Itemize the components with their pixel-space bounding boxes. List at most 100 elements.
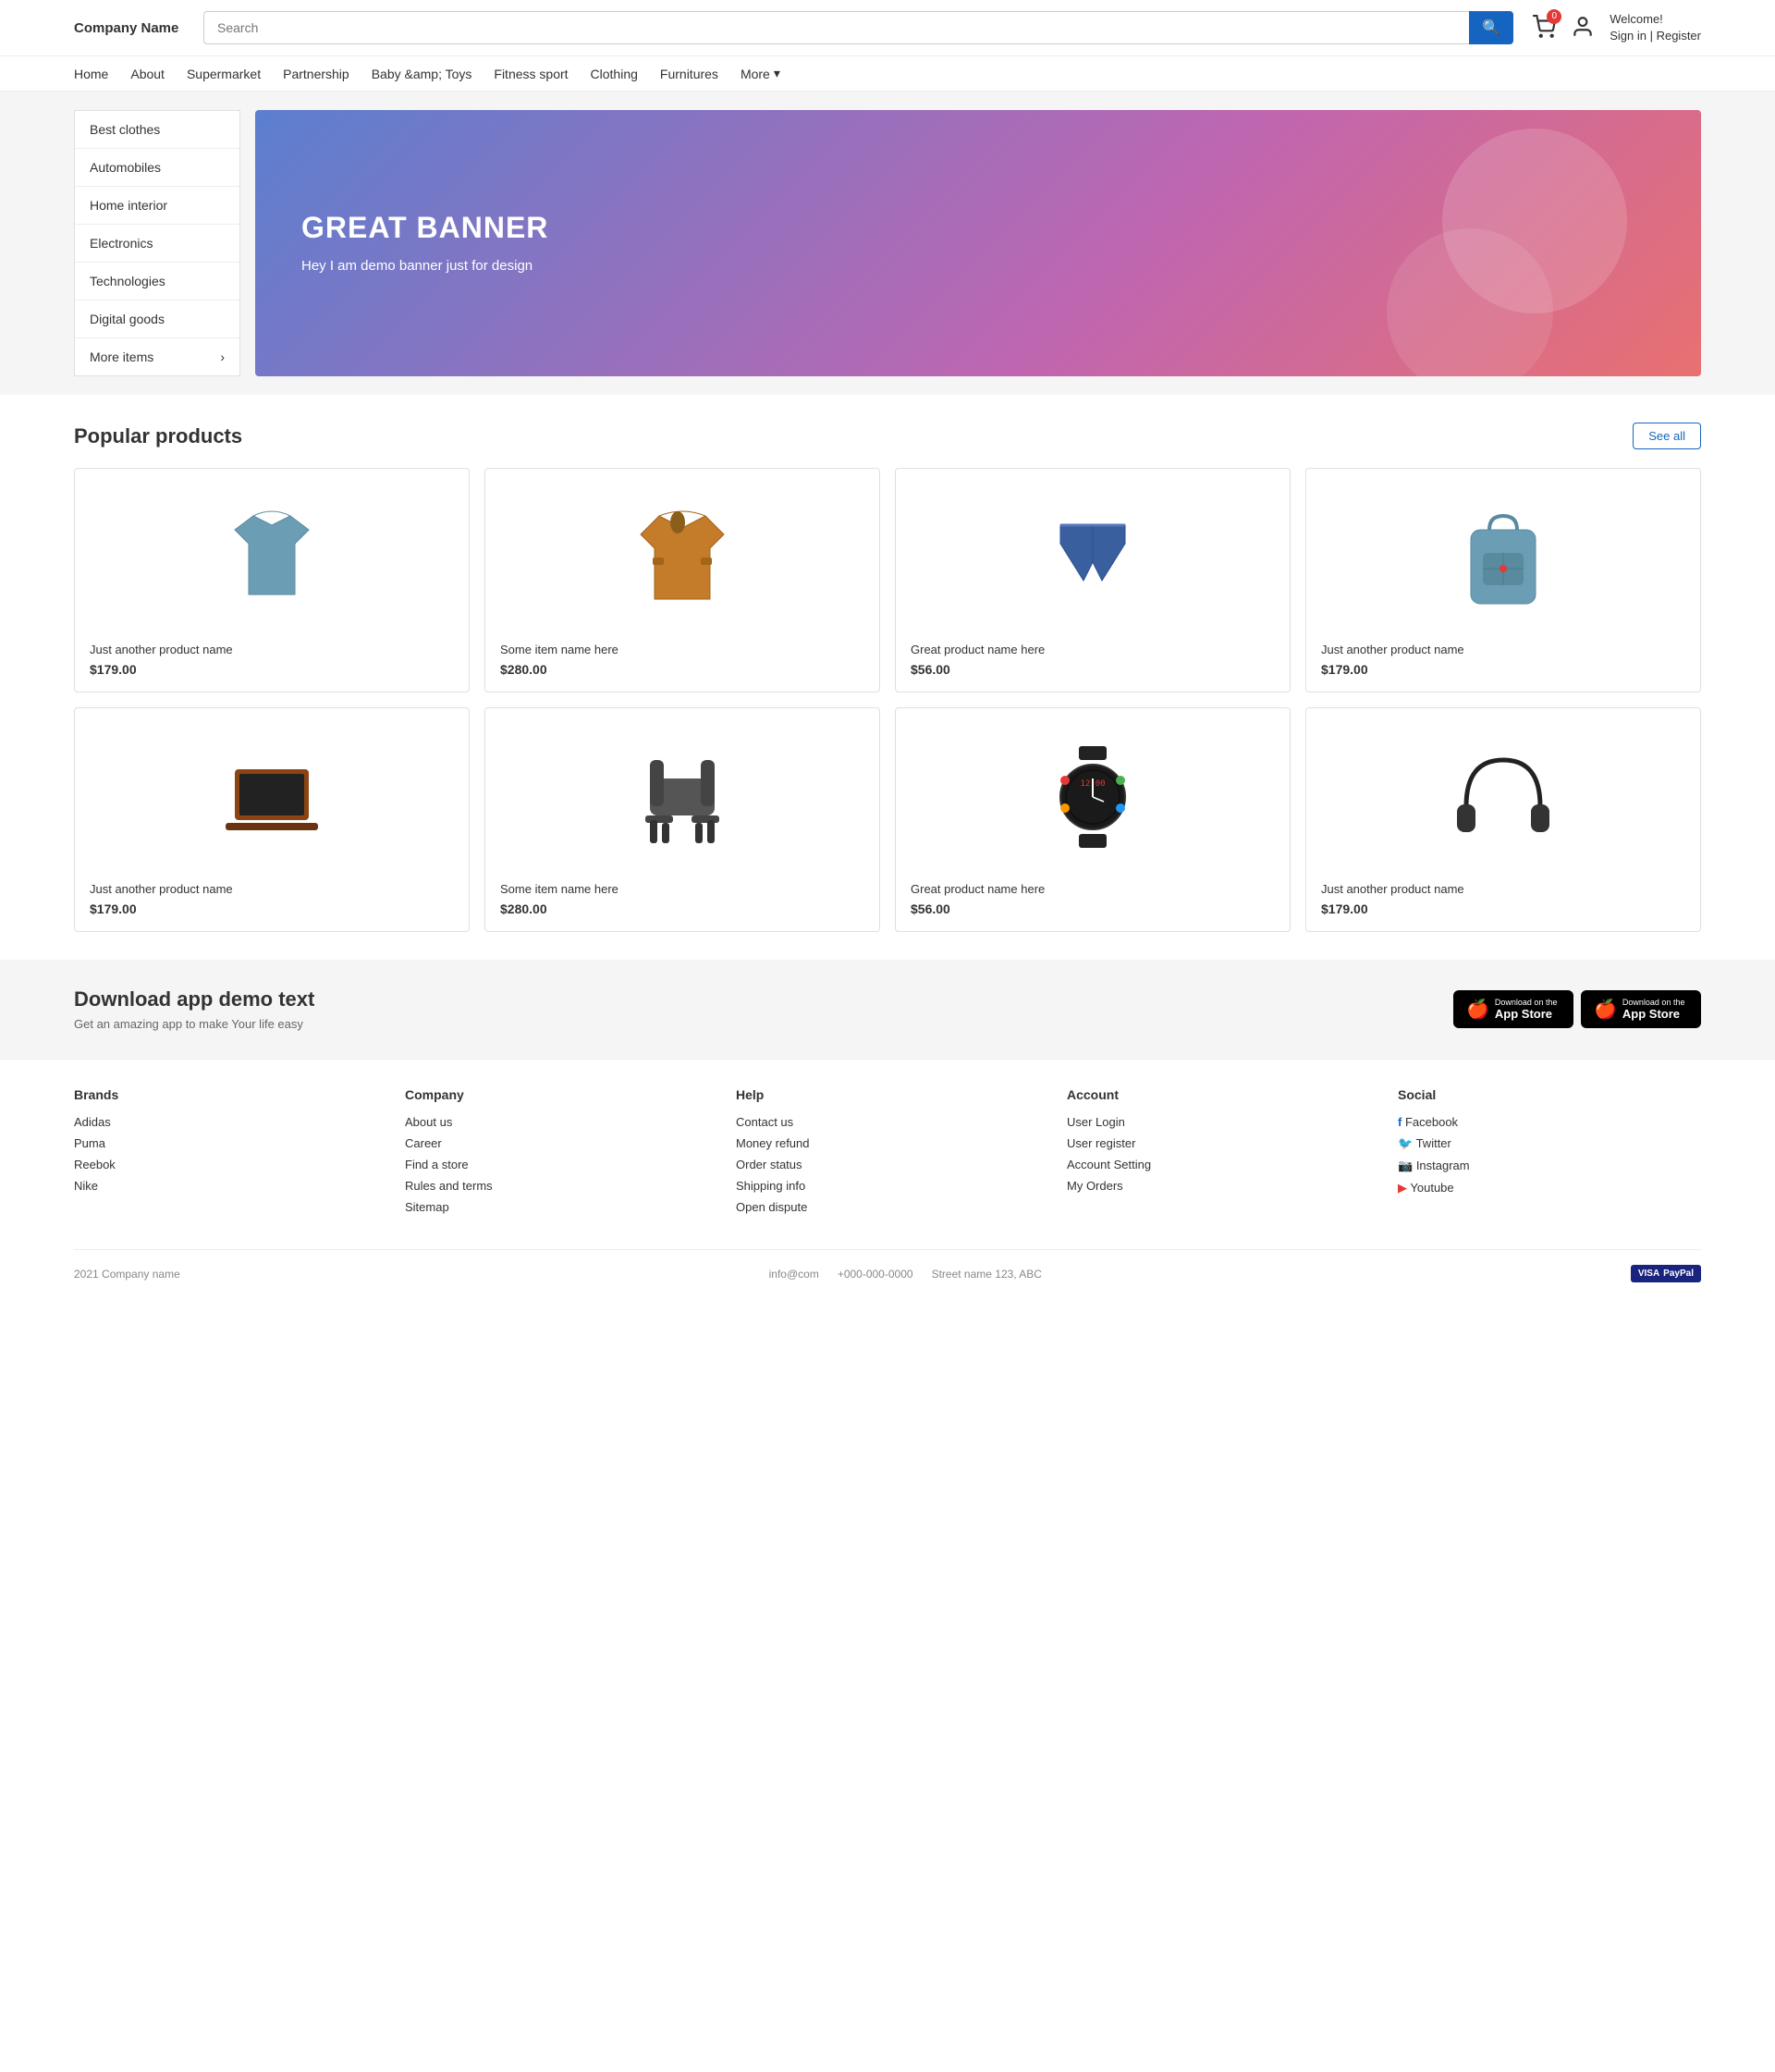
footer-link-adidas[interactable]: Adidas: [74, 1115, 377, 1129]
cart-icon[interactable]: 0: [1532, 15, 1556, 42]
sidebar: Best clothes Automobiles Home interior E…: [74, 110, 240, 376]
footer-link-find-store[interactable]: Find a store: [405, 1158, 708, 1171]
footer-link-reebok[interactable]: Reebok: [74, 1158, 377, 1171]
nav-baby-toys[interactable]: Baby &amp; Toys: [372, 67, 472, 81]
sidebar-item-technologies[interactable]: Technologies: [75, 263, 239, 300]
footer-link-my-orders[interactable]: My Orders: [1067, 1179, 1370, 1193]
search-bar: 🔍: [203, 11, 1513, 44]
banner-title: GREAT BANNER: [301, 211, 548, 245]
app-store-button-2[interactable]: 🍎 Download on the App Store: [1581, 990, 1701, 1028]
download-subtitle: Get an amazing app to make Your life eas…: [74, 1017, 314, 1031]
product-card-1[interactable]: Some item name here $280.00: [484, 468, 880, 693]
footer-col-help: Help Contact us Money refund Order statu…: [736, 1087, 1039, 1221]
product-card-3[interactable]: Just another product name $179.00: [1305, 468, 1701, 693]
nav-fitness[interactable]: Fitness sport: [494, 67, 568, 81]
app-buttons: 🍎 Download on the App Store 🍎 Download o…: [1453, 990, 1701, 1028]
footer-link-shipping[interactable]: Shipping info: [736, 1179, 1039, 1193]
footer-link-account-setting[interactable]: Account Setting: [1067, 1158, 1370, 1171]
facebook-icon: f: [1398, 1115, 1402, 1129]
product-price-7: $179.00: [1321, 901, 1685, 916]
sidebar-item-best-clothes[interactable]: Best clothes: [75, 111, 239, 149]
footer-link-user-login[interactable]: User Login: [1067, 1115, 1370, 1129]
footer-link-contact[interactable]: Contact us: [736, 1115, 1039, 1129]
footer-link-facebook[interactable]: f Facebook: [1398, 1115, 1701, 1129]
footer-link-twitter[interactable]: 🐦 Twitter: [1398, 1136, 1701, 1151]
sidebar-item-automobiles[interactable]: Automobiles: [75, 149, 239, 187]
product-name-7: Just another product name: [1321, 882, 1685, 896]
paypal-icon: PayPal: [1663, 1269, 1694, 1279]
footer-email: info@com: [769, 1268, 819, 1281]
footer-link-rules[interactable]: Rules and terms: [405, 1179, 708, 1193]
app-store-button-1[interactable]: 🍎 Download on the App Store: [1453, 990, 1573, 1028]
product-image-0: [90, 484, 454, 631]
footer-link-sitemap[interactable]: Sitemap: [405, 1200, 708, 1214]
hero-banner: GREAT BANNER Hey I am demo banner just f…: [255, 110, 1701, 376]
product-card-0[interactable]: Just another product name $179.00: [74, 468, 470, 693]
footer-link-dispute[interactable]: Open dispute: [736, 1200, 1039, 1214]
sidebar-item-more-items[interactable]: More items ›: [75, 338, 239, 375]
product-name-5: Some item name here: [500, 882, 864, 896]
product-image-2: [911, 484, 1275, 631]
sidebar-item-home-interior[interactable]: Home interior: [75, 187, 239, 225]
search-button[interactable]: 🔍: [1469, 11, 1513, 44]
product-card-5[interactable]: Some item name here $280.00: [484, 707, 880, 932]
footer-link-instagram[interactable]: 📷 Instagram: [1398, 1159, 1701, 1173]
user-icon[interactable]: [1571, 15, 1595, 42]
product-card-4[interactable]: Just another product name $179.00: [74, 707, 470, 932]
sidebar-item-electronics[interactable]: Electronics: [75, 225, 239, 263]
footer-link-order[interactable]: Order status: [736, 1158, 1039, 1171]
footer-link-about-us[interactable]: About us: [405, 1115, 708, 1129]
product-image-5: [500, 723, 864, 871]
nav-about[interactable]: About: [130, 67, 165, 81]
footer-link-nike[interactable]: Nike: [74, 1179, 377, 1193]
visa-badge: VISA PayPal: [1631, 1265, 1701, 1282]
nav-supermarket[interactable]: Supermarket: [187, 67, 261, 81]
footer-col-brands: Brands Adidas Puma Reebok Nike: [74, 1087, 377, 1221]
nav-clothing[interactable]: Clothing: [591, 67, 638, 81]
search-input[interactable]: [203, 11, 1469, 44]
nav-furnitures[interactable]: Furnitures: [660, 67, 718, 81]
product-card-6[interactable]: 12:00 Great product name here $56.00: [895, 707, 1291, 932]
content-wrapper: Best clothes Automobiles Home interior E…: [74, 110, 1701, 376]
footer-bottom: 2021 Company name info@com +000-000-0000…: [74, 1249, 1701, 1282]
footer-brands-heading: Brands: [74, 1087, 377, 1102]
banner-subtitle: Hey I am demo banner just for design: [301, 256, 548, 277]
product-name-4: Just another product name: [90, 882, 454, 896]
section-title: Popular products: [74, 424, 242, 448]
download-section: Download app demo text Get an amazing ap…: [0, 960, 1775, 1059]
nav-partnership[interactable]: Partnership: [283, 67, 349, 81]
welcome-text: Welcome! Sign in | Register: [1610, 11, 1701, 44]
nav-more-dropdown[interactable]: More ▾: [741, 66, 780, 81]
copyright-text: 2021 Company name: [74, 1268, 180, 1281]
product-image-1: [500, 484, 864, 631]
product-name-2: Great product name here: [911, 643, 1275, 656]
sidebar-item-digital-goods[interactable]: Digital goods: [75, 300, 239, 338]
footer-link-user-register[interactable]: User register: [1067, 1136, 1370, 1150]
footer-link-career[interactable]: Career: [405, 1136, 708, 1150]
footer-link-youtube[interactable]: ▶ Youtube: [1398, 1181, 1701, 1195]
footer-company-heading: Company: [405, 1087, 708, 1102]
sign-in-link[interactable]: Sign in | Register: [1610, 28, 1701, 44]
product-price-1: $280.00: [500, 662, 864, 677]
see-all-button[interactable]: See all: [1633, 423, 1701, 449]
header-right: 0 Welcome! Sign in | Register: [1532, 11, 1701, 44]
product-image-3: [1321, 484, 1685, 631]
footer-col-account: Account User Login User register Account…: [1067, 1087, 1370, 1221]
product-card-2[interactable]: Great product name here $56.00: [895, 468, 1291, 693]
product-card-7[interactable]: Just another product name $179.00: [1305, 707, 1701, 932]
product-name-0: Just another product name: [90, 643, 454, 656]
main-nav: Home About Supermarket Partnership Baby …: [0, 56, 1775, 92]
product-name-1: Some item name here: [500, 643, 864, 656]
product-image-6: 12:00: [911, 723, 1275, 871]
footer-address: Street name 123, ABC: [932, 1268, 1042, 1281]
product-price-6: $56.00: [911, 901, 1275, 916]
product-price-0: $179.00: [90, 662, 454, 677]
product-price-3: $179.00: [1321, 662, 1685, 677]
section-header: Popular products See all: [74, 423, 1701, 449]
nav-home[interactable]: Home: [74, 67, 108, 81]
footer-col-company: Company About us Career Find a store Rul…: [405, 1087, 708, 1221]
footer-link-refund[interactable]: Money refund: [736, 1136, 1039, 1150]
footer-link-puma[interactable]: Puma: [74, 1136, 377, 1150]
banner-text: GREAT BANNER Hey I am demo banner just f…: [301, 211, 548, 277]
cart-badge: 0: [1547, 9, 1561, 24]
